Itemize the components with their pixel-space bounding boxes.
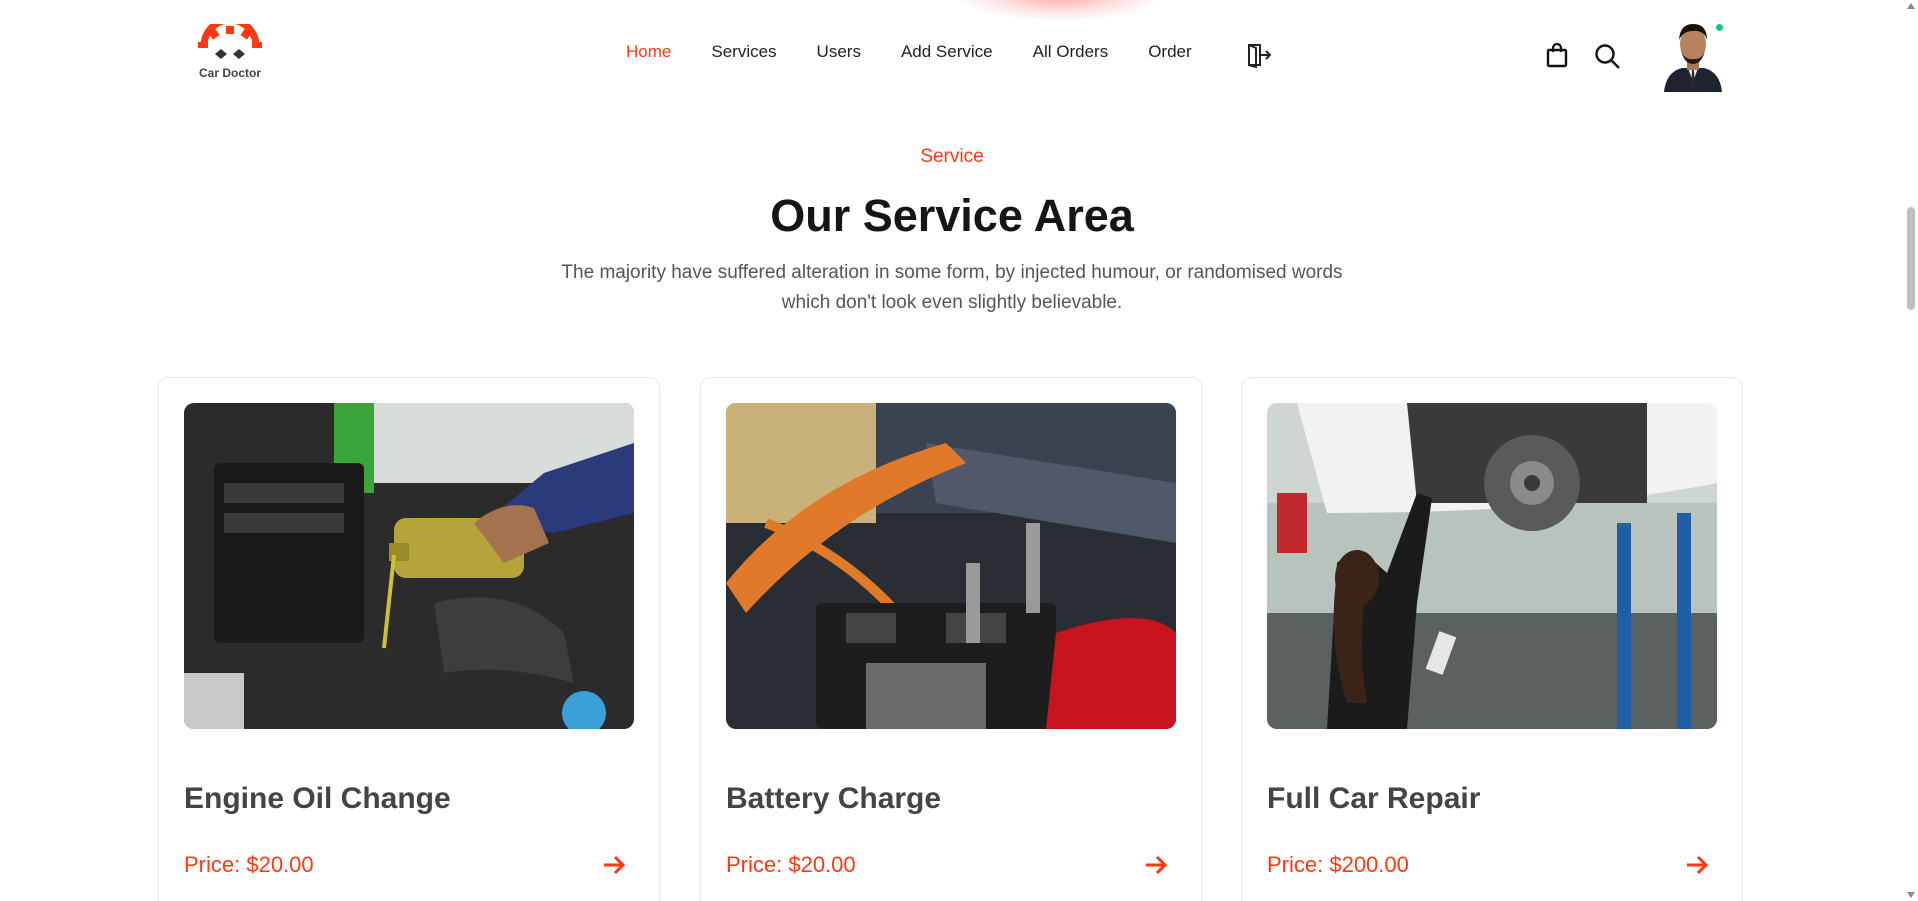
scroll-down-arrow-icon[interactable] — [1907, 892, 1915, 898]
battery-jumper-cables-photo — [726, 403, 1176, 729]
service-price: Price: $200.00 — [1267, 852, 1409, 877]
service-title: Engine Oil Change — [184, 782, 451, 815]
arrow-right-icon[interactable] — [601, 852, 627, 878]
service-card: Battery Charge Price: $20.00 — [700, 377, 1202, 901]
engine-oil-pour-photo — [184, 403, 634, 729]
service-image — [726, 403, 1176, 729]
nav-home[interactable]: Home — [626, 42, 671, 62]
nav-add-service[interactable]: Add Service — [901, 42, 993, 62]
scroll-thumb[interactable] — [1907, 207, 1915, 310]
service-title: Full Car Repair — [1267, 782, 1481, 815]
service-title: Battery Charge — [726, 782, 942, 815]
service-price: Price: $20.00 — [184, 852, 314, 877]
arrow-right-icon[interactable] — [1143, 852, 1169, 878]
service-price: Price: $20.00 — [726, 852, 856, 877]
nav-users[interactable]: Users — [817, 42, 861, 62]
service-image — [184, 403, 634, 729]
page: Car Doctor Home Services Users Add Servi… — [0, 0, 1918, 901]
vertical-scrollbar[interactable] — [1904, 0, 1918, 901]
online-status-dot — [1714, 22, 1725, 33]
nav-services[interactable]: Services — [711, 42, 776, 62]
search-icon[interactable] — [1593, 42, 1621, 70]
arrow-right-icon[interactable] — [1684, 852, 1710, 878]
section-title: Our Service Area — [770, 190, 1134, 241]
nav-order[interactable]: Order — [1148, 42, 1191, 62]
section-description: The majority have suffered alteration in… — [561, 262, 1343, 313]
main-nav: Home Services Users Add Service All Orde… — [626, 42, 1232, 62]
navbar: Car Doctor Home Services Users Add Servi… — [0, 0, 1904, 108]
brand-name: Car Doctor — [198, 66, 261, 80]
scroll-up-arrow-icon[interactable] — [1907, 3, 1915, 9]
section-tag: Service — [920, 146, 984, 167]
nav-all-orders[interactable]: All Orders — [1033, 42, 1109, 62]
mechanic-under-lifted-car-photo — [1267, 403, 1717, 729]
gear-logo-icon — [198, 16, 262, 59]
service-card: Full Car Repair Price: $200.00 — [1241, 377, 1743, 901]
service-image — [1267, 403, 1717, 729]
service-card: Engine Oil Change Price: $20.00 — [158, 377, 660, 901]
logout-icon[interactable] — [1246, 42, 1272, 69]
brand-logo[interactable]: Car Doctor — [190, 16, 270, 84]
shopping-bag-icon[interactable] — [1545, 42, 1569, 68]
